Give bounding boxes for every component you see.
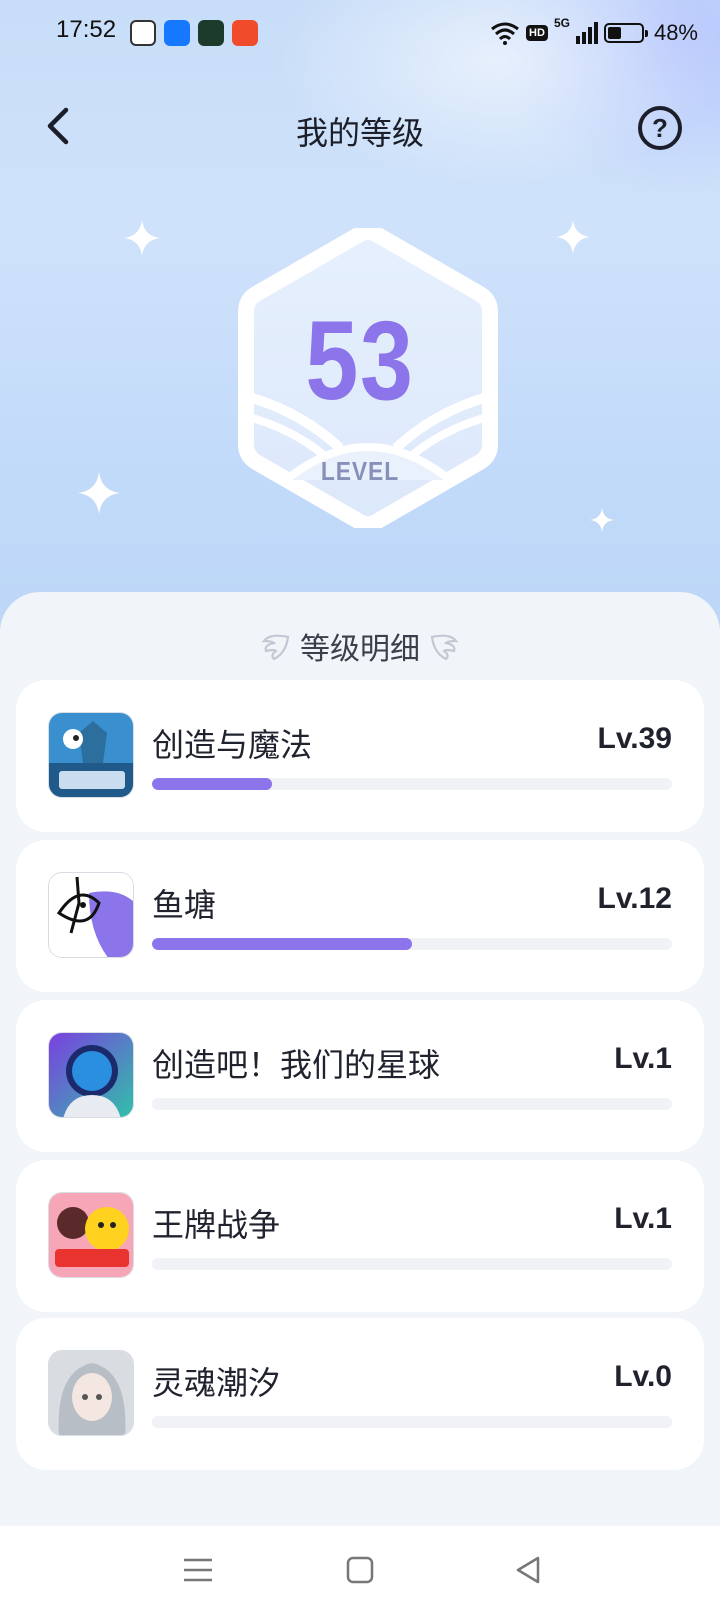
wing-left-icon [261,634,290,661]
menu-icon[interactable] [178,1550,218,1590]
progress-bar [152,1098,672,1110]
section-header: 等级明细 [0,624,720,668]
game-level: Lv.39 [597,722,673,755]
astronaut-game-icon [48,1032,134,1118]
level-label: LEVEL [320,456,400,486]
progress-fill [152,778,272,790]
video-app-icon [232,20,258,46]
home-icon[interactable] [340,1550,380,1590]
game-level: Lv.12 [597,882,673,915]
game-card[interactable]: 鱼塘 Lv.12 [16,840,704,992]
soul-tide-game-icon [48,1350,134,1436]
system-nav-bar [0,1526,720,1612]
game-level: Lv.0 [614,1360,672,1393]
sparkle-icon [124,220,160,256]
game-card[interactable]: 创造吧！我们的星球 Lv.1 [16,1000,704,1152]
network-type: 5G [553,16,570,30]
game-name: 灵魂潮汐 [152,1364,281,1402]
progress-bar [152,1416,672,1428]
game-card[interactable]: 王牌战争 Lv.1 [16,1160,704,1312]
game-name: 鱼塘 [152,886,217,924]
battery-fill [607,27,622,39]
progress-bar [152,1258,672,1270]
sparkle-icon [78,472,120,514]
section-title: 等级明细 [300,632,420,667]
game-center-icon [130,20,156,46]
battery-percent: 48% [653,20,698,45]
sparkle-icon [590,508,614,532]
wing-right-icon [430,634,459,661]
game-name: 王牌战争 [152,1206,281,1244]
progress-bar [152,778,672,790]
ace-war-game-icon [48,1192,134,1278]
creation-magic-game-icon [48,712,134,798]
game-level: Lv.1 [614,1202,672,1235]
green-app-icon [198,20,224,46]
game-card[interactable]: 创造与魔法 Lv.39 [16,680,704,832]
game-name: 创造与魔法 [152,726,313,764]
battery-icon [603,23,648,43]
game-level: Lv.1 [614,1042,672,1075]
fish-pond-game-icon [48,872,134,958]
question-circle-icon[interactable]: ? [638,106,682,150]
game-card[interactable]: 灵魂潮汐 Lv.0 [16,1318,704,1470]
page-title: 我的等级 [295,114,424,152]
hd-badge: HD [526,25,548,41]
level-number: 53 [305,298,415,423]
progress-fill [152,938,412,950]
back-triangle-icon[interactable] [508,1550,548,1590]
progress-bar [152,938,672,950]
signal-icon [575,22,598,44]
status-time: 17:52 [56,16,117,43]
alipay-icon [164,20,190,46]
game-name: 创造吧！我们的星球 [152,1046,441,1084]
wifi-icon [491,22,519,45]
sparkle-icon [556,220,590,254]
help-glyph: ? [652,112,668,143]
status-bar: 17:52 HD 5G 48% [0,0,720,66]
